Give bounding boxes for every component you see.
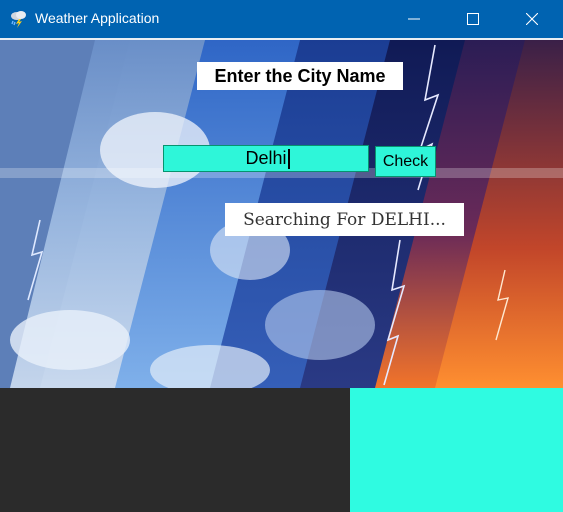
close-button[interactable] — [509, 0, 555, 38]
result-panel-left — [0, 388, 350, 512]
city-name-label: Enter the City Name — [197, 62, 403, 90]
result-panel-right — [350, 388, 563, 512]
title-bar: Weather Application — [0, 0, 563, 38]
minimize-button[interactable] — [391, 0, 437, 38]
close-icon — [526, 13, 538, 25]
check-button[interactable]: Check — [375, 146, 436, 177]
text-caret — [288, 149, 290, 169]
status-message: Searching For DELHI... — [225, 203, 464, 236]
city-input[interactable] — [163, 145, 369, 172]
storm-cloud-icon — [9, 8, 29, 28]
minimize-icon — [408, 18, 420, 20]
window-title: Weather Application — [35, 10, 160, 26]
maximize-icon — [467, 13, 479, 25]
maximize-button[interactable] — [450, 0, 496, 38]
